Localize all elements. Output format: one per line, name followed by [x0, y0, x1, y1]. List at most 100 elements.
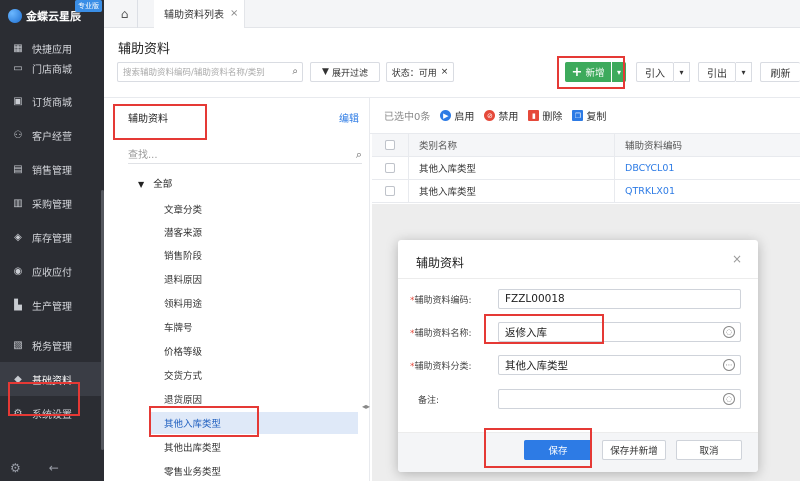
category-label: *辅助资料分类:	[410, 362, 472, 372]
column-header-category[interactable]: 类别名称	[408, 134, 614, 156]
search-input[interactable]: 搜索辅助资料编码/辅助资料名称/类别 ⌕	[117, 62, 303, 82]
import-dropdown-button[interactable]: ▾	[674, 62, 690, 82]
tax-icon: ▧	[13, 339, 23, 351]
panel-splitter-icon[interactable]: ◂▸	[362, 402, 370, 411]
sidebar-item-label: 应收应付	[32, 267, 72, 279]
remark-field[interactable]: ◌	[498, 389, 741, 409]
sidebar-item-label: 销售管理	[32, 165, 72, 177]
tree-root-node[interactable]: ▼ 全部	[138, 176, 172, 190]
row-checkbox[interactable]	[385, 163, 395, 173]
sidebar-item-settings[interactable]: ⚙ 系统设置	[0, 396, 104, 430]
tab-aux-data-list[interactable]: 辅助资料列表 ×	[154, 0, 246, 28]
home-icon[interactable]: ⌂	[112, 0, 138, 28]
enable-button[interactable]: ▶ 启用	[440, 108, 474, 123]
sidebar-item-label: 库存管理	[32, 233, 72, 245]
sidebar-item-basic-data[interactable]: ◆ 基础资料	[0, 362, 104, 396]
name-field[interactable]: 返修入库 ◌	[498, 322, 741, 342]
close-icon[interactable]: ×	[732, 252, 742, 266]
tree-item[interactable]: 车牌号	[150, 316, 358, 338]
bag-icon: ▣	[13, 95, 23, 107]
copy-button[interactable]: ❐ 复制	[572, 108, 606, 123]
more-icon[interactable]: ⋯	[723, 359, 735, 371]
chevron-down-icon: ▾	[679, 67, 684, 77]
sidebar-item-purchase[interactable]: ▥ 采购管理	[0, 186, 104, 220]
export-dropdown-button[interactable]: ▾	[736, 62, 752, 82]
collapse-arrow-icon[interactable]: ←	[49, 461, 59, 475]
add-button[interactable]: + 新增	[565, 62, 611, 82]
tree-item[interactable]: 销售阶段	[150, 244, 358, 266]
tree-panel: 辅助资料 编辑 查找... ⌕ ▼ 全部 文章分类 潜客来源 销售阶段 退料原因…	[104, 98, 370, 481]
translate-icon[interactable]: ◌	[723, 326, 735, 338]
category-field[interactable]: 其他入库类型 ⋯	[498, 355, 741, 375]
tree-item[interactable]: 退料原因	[150, 268, 358, 290]
tree-item[interactable]: 交货方式	[150, 364, 358, 386]
logo-mark-icon	[8, 9, 22, 23]
sidebar-item-label: 生产管理	[32, 301, 72, 313]
tree-item[interactable]: 文章分类	[150, 198, 358, 220]
sidebar-item-customer[interactable]: ⚇ 客户经营	[0, 118, 104, 152]
sidebar-item-inventory[interactable]: ◈ 库存管理	[0, 220, 104, 254]
tree-item[interactable]: 潜客来源	[150, 221, 358, 243]
search-placeholder: 搜索辅助资料编码/辅助资料名称/类别	[123, 68, 265, 78]
cancel-button[interactable]: 取消	[676, 440, 742, 460]
handshake-icon: ⚇	[13, 129, 23, 141]
factory-icon: ▙	[14, 299, 22, 311]
sidebar-item-sales[interactable]: ▤ 销售管理	[0, 152, 104, 186]
delete-button[interactable]: ▮ 删除	[528, 108, 562, 123]
close-icon[interactable]: ×	[441, 67, 449, 77]
sidebar-item-quick-apps[interactable]: ▦ 快捷应用	[0, 38, 104, 58]
tree-item[interactable]: 退货原因	[150, 388, 358, 410]
status-filter-tag[interactable]: 状态：可用 ×	[386, 62, 454, 82]
sidebar-item-label: 税务管理	[32, 341, 72, 353]
export-button[interactable]: 引出	[698, 62, 736, 82]
column-header-code[interactable]: 辅助资料编码	[614, 134, 800, 156]
sidebar-item-order-mall[interactable]: ▣ 订货商城	[0, 84, 104, 118]
search-icon[interactable]: ⌕	[292, 66, 298, 77]
table-row[interactable]: 其他入库类型 QTRKLX01	[372, 180, 800, 203]
code-field[interactable]: FZZL00018	[498, 289, 741, 309]
translate-icon[interactable]: ◌	[723, 393, 735, 405]
tab-bar: ⌂ 辅助资料列表 ×	[104, 0, 800, 28]
expand-filter-button[interactable]: ▼ 展开过滤	[310, 62, 380, 82]
tree-item[interactable]: 领料用途	[150, 292, 358, 314]
tree-item[interactable]: 价格等级	[150, 340, 358, 362]
table-row[interactable]: 其他入库类型 DBCYCL01	[372, 157, 800, 180]
sidebar-footer: ⚙ ←	[0, 455, 104, 481]
save-and-new-button[interactable]: 保存并新增	[602, 440, 666, 460]
box-icon: ◈	[14, 231, 22, 243]
settings-small-icon[interactable]: ⚙	[10, 461, 21, 475]
disable-button[interactable]: ⊘ 禁用	[484, 108, 518, 123]
cell-code-link[interactable]: QTRKLX01	[614, 180, 800, 202]
cell-category: 其他入库类型	[408, 157, 614, 179]
tree-item-selected[interactable]: 其他入库类型	[150, 412, 358, 434]
import-label: 引入	[645, 68, 665, 80]
refresh-button[interactable]: 刷新	[760, 62, 800, 82]
close-icon[interactable]: ×	[230, 8, 238, 19]
caret-down-icon: ▼	[138, 180, 145, 189]
divider	[398, 278, 758, 279]
filter-label: 展开过滤	[331, 68, 368, 79]
sidebar-item-production[interactable]: ▙ 生产管理	[0, 288, 104, 322]
code-label: *辅助资料编码:	[410, 296, 472, 306]
tree-edit-link[interactable]: 编辑	[339, 110, 359, 125]
sidebar-item-label: 订货商城	[32, 97, 72, 109]
search-icon[interactable]: ⌕	[356, 148, 362, 162]
tree-search-input[interactable]: 查找... ⌕	[128, 144, 362, 164]
row-checkbox[interactable]	[385, 186, 395, 196]
save-button[interactable]: 保存	[524, 440, 592, 460]
copy-label: 复制	[586, 112, 607, 123]
select-all-checkbox[interactable]	[385, 140, 395, 150]
enable-label: 启用	[454, 112, 475, 123]
sidebar-item-tax[interactable]: ▧ 税务管理	[0, 328, 104, 362]
sidebar-item-store-mall[interactable]: ▭ 门店商城	[0, 58, 104, 78]
sidebar-item-receivable[interactable]: ◉ 应收应付	[0, 254, 104, 288]
logo: 金蝶云星辰 专业版	[0, 0, 104, 32]
import-button[interactable]: 引入	[636, 62, 674, 82]
export-label: 引出	[707, 68, 727, 80]
tree-item[interactable]: 其他出库类型	[150, 436, 358, 458]
add-dropdown-button[interactable]: ▾	[612, 62, 626, 82]
sidebar-item-label: 采购管理	[32, 199, 72, 211]
name-label: *辅助资料名称:	[410, 329, 472, 339]
cell-code-link[interactable]: DBCYCL01	[614, 157, 800, 179]
tree-item[interactable]: 零售业务类型	[150, 460, 358, 481]
